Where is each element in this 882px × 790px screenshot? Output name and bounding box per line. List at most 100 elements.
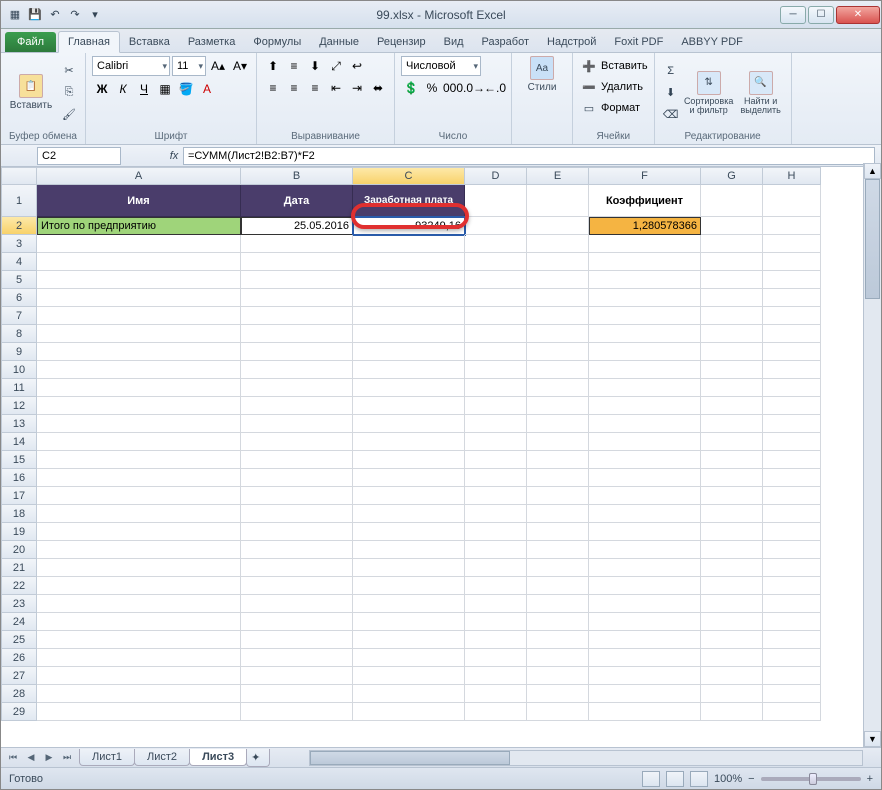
tab-nav-next-icon[interactable]: ▶: [41, 750, 57, 766]
cell-G22[interactable]: [701, 577, 763, 595]
row-header-12[interactable]: 12: [1, 397, 37, 415]
cell-H18[interactable]: [763, 505, 821, 523]
merge-cells-icon[interactable]: ⬌: [368, 78, 388, 98]
cell-E17[interactable]: [527, 487, 589, 505]
cell-F27[interactable]: [589, 667, 701, 685]
page-break-view-button[interactable]: [690, 771, 708, 787]
cell-B5[interactable]: [241, 271, 353, 289]
row-header-25[interactable]: 25: [1, 631, 37, 649]
cell-F23[interactable]: [589, 595, 701, 613]
cell-A9[interactable]: [37, 343, 241, 361]
hscroll-thumb[interactable]: [310, 751, 510, 765]
cell-C22[interactable]: [353, 577, 465, 595]
name-box[interactable]: C2: [37, 147, 121, 165]
cell-A14[interactable]: [37, 433, 241, 451]
percent-icon[interactable]: %: [422, 78, 442, 98]
cell-G4[interactable]: [701, 253, 763, 271]
row-header-24[interactable]: 24: [1, 613, 37, 631]
cell-B12[interactable]: [241, 397, 353, 415]
insert-cells-button[interactable]: ➕Вставить: [579, 56, 648, 76]
cell-B7[interactable]: [241, 307, 353, 325]
cell-H26[interactable]: [763, 649, 821, 667]
orientation-icon[interactable]: ⤢: [326, 56, 346, 76]
zoom-knob[interactable]: [809, 773, 817, 785]
tab-nav-last-icon[interactable]: ⏭: [59, 750, 75, 766]
indent-increase-icon[interactable]: ⇥: [347, 78, 367, 98]
cell-B6[interactable]: [241, 289, 353, 307]
currency-icon[interactable]: 💲: [401, 78, 421, 98]
cell-B14[interactable]: [241, 433, 353, 451]
cell-B13[interactable]: [241, 415, 353, 433]
cell-C7[interactable]: [353, 307, 465, 325]
cell-G15[interactable]: [701, 451, 763, 469]
cell-C8[interactable]: [353, 325, 465, 343]
cell-G12[interactable]: [701, 397, 763, 415]
cell-G29[interactable]: [701, 703, 763, 721]
cell-B11[interactable]: [241, 379, 353, 397]
cell-G2[interactable]: [701, 217, 763, 235]
cell-C20[interactable]: [353, 541, 465, 559]
cell-H10[interactable]: [763, 361, 821, 379]
cell-D15[interactable]: [465, 451, 527, 469]
align-center-icon[interactable]: ≡: [284, 78, 304, 98]
cell-E27[interactable]: [527, 667, 589, 685]
cell-E2[interactable]: [527, 217, 589, 235]
cell-D7[interactable]: [465, 307, 527, 325]
cell-E20[interactable]: [527, 541, 589, 559]
cell-F14[interactable]: [589, 433, 701, 451]
font-name-combo[interactable]: Calibri: [92, 56, 170, 76]
copy-icon[interactable]: ⎘: [59, 83, 79, 103]
align-middle-icon[interactable]: ≡: [284, 56, 304, 76]
cell-G11[interactable]: [701, 379, 763, 397]
sheet-tab-1[interactable]: Лист1: [79, 749, 135, 766]
cell-E19[interactable]: [527, 523, 589, 541]
cell-E18[interactable]: [527, 505, 589, 523]
cell-D17[interactable]: [465, 487, 527, 505]
cut-icon[interactable]: ✂: [59, 61, 79, 81]
cell-F16[interactable]: [589, 469, 701, 487]
tab-file[interactable]: Файл: [5, 32, 56, 52]
tab-view[interactable]: Вид: [435, 32, 473, 52]
decrease-decimal-icon[interactable]: ←.0: [485, 78, 505, 98]
cell-E3[interactable]: [527, 235, 589, 253]
cell-G13[interactable]: [701, 415, 763, 433]
zoom-level[interactable]: 100%: [714, 773, 742, 785]
cell-E7[interactable]: [527, 307, 589, 325]
align-right-icon[interactable]: ≡: [305, 78, 325, 98]
col-header-F[interactable]: F: [589, 167, 701, 185]
cell-A21[interactable]: [37, 559, 241, 577]
tab-foxit[interactable]: Foxit PDF: [605, 32, 672, 52]
cell-G7[interactable]: [701, 307, 763, 325]
cell-A10[interactable]: [37, 361, 241, 379]
cell-F2[interactable]: 1,280578366: [589, 217, 701, 235]
cell-H28[interactable]: [763, 685, 821, 703]
cell-E5[interactable]: [527, 271, 589, 289]
scroll-down-icon[interactable]: ▼: [864, 731, 881, 747]
cell-C24[interactable]: [353, 613, 465, 631]
cell-D5[interactable]: [465, 271, 527, 289]
cell-G23[interactable]: [701, 595, 763, 613]
cell-A27[interactable]: [37, 667, 241, 685]
cell-D13[interactable]: [465, 415, 527, 433]
cell-F3[interactable]: [589, 235, 701, 253]
cell-G27[interactable]: [701, 667, 763, 685]
cell-F12[interactable]: [589, 397, 701, 415]
cell-E28[interactable]: [527, 685, 589, 703]
redo-icon[interactable]: ↷: [67, 7, 83, 23]
cell-D1[interactable]: [465, 185, 527, 217]
cell-D11[interactable]: [465, 379, 527, 397]
cell-E25[interactable]: [527, 631, 589, 649]
clear-icon[interactable]: ⌫: [661, 105, 681, 125]
cell-C29[interactable]: [353, 703, 465, 721]
border-button[interactable]: ▦: [155, 79, 175, 99]
cell-D25[interactable]: [465, 631, 527, 649]
cell-H12[interactable]: [763, 397, 821, 415]
cell-D12[interactable]: [465, 397, 527, 415]
new-sheet-button[interactable]: ✦: [246, 749, 270, 767]
paste-button[interactable]: 📋 Вставить: [7, 56, 55, 129]
tab-abbyy[interactable]: ABBYY PDF: [672, 32, 752, 52]
delete-cells-button[interactable]: ➖Удалить: [579, 77, 648, 97]
cell-E24[interactable]: [527, 613, 589, 631]
cell-E10[interactable]: [527, 361, 589, 379]
cell-G1[interactable]: [701, 185, 763, 217]
